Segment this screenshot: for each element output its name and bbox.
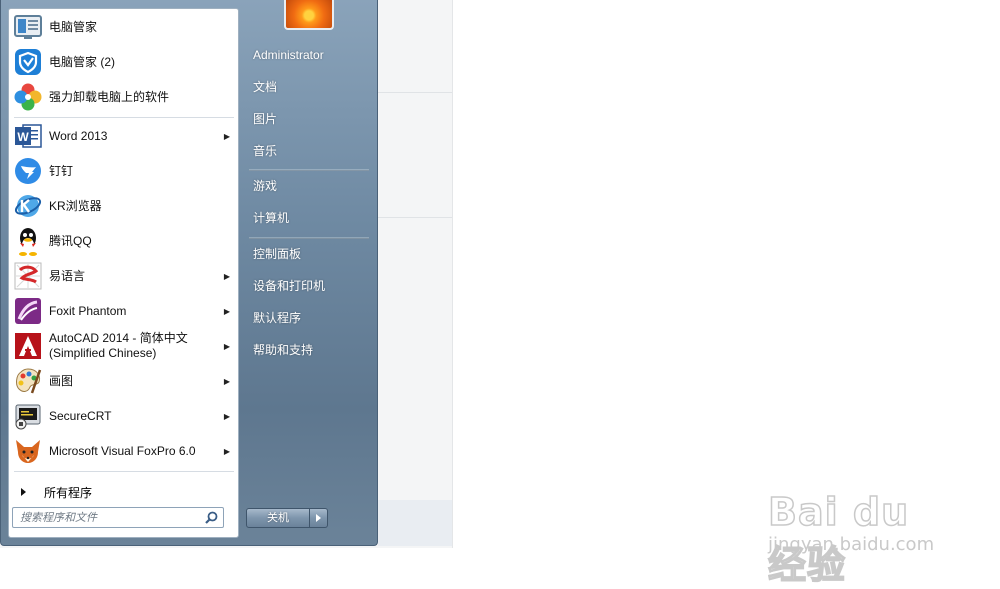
kr-browser-icon [13,191,43,221]
program-label: 电脑管家 (2) [49,54,116,69]
shutdown-button[interactable]: 关机 [246,508,310,528]
bg-divider [378,217,452,218]
link-control-panel[interactable]: 控制面板 [253,244,301,264]
all-programs-button[interactable]: 所有程序 [12,481,236,503]
program-label: 画图 [49,373,74,388]
paint-palette-icon [13,366,43,396]
foxpro-icon [13,436,43,466]
submenu-arrow-icon[interactable]: ▶ [222,412,232,421]
program-label: 易语言 [49,268,86,283]
user-picture[interactable] [284,0,334,30]
baidu-watermark: Bai du 经验 jingyan.baidu.com [767,474,958,588]
link-default-programs[interactable]: 默认程序 [253,308,301,328]
arrow-right-icon [316,514,321,522]
triangle-right-icon [21,488,26,496]
shutdown-options-button[interactable] [310,508,328,528]
program-item-pc-manager[interactable]: 电脑管家 [12,10,236,44]
foxit-icon [13,296,43,326]
program-item-qq[interactable]: 腾讯QQ [12,224,236,258]
submenu-arrow-icon[interactable]: ▶ [222,342,232,351]
program-label: 腾讯QQ [49,233,92,248]
program-label: Word 2013 [49,128,108,143]
program-item-eyuyan[interactable]: 易语言 ▶ [12,259,236,293]
program-label: 电脑管家 [49,19,98,34]
program-item-securecrt[interactable]: SecureCRT ▶ [12,399,236,433]
right-separator [249,237,369,239]
program-label: 强力卸载电脑上的软件 [49,89,170,104]
program-item-uninstaller[interactable]: 强力卸载电脑上的软件 [12,80,236,114]
link-pictures[interactable]: 图片 [253,109,277,129]
program-label: KR浏览器 [49,198,102,213]
program-label: Microsoft Visual FoxPro 6.0 [49,443,196,458]
program-item-dingtalk[interactable]: 钉钉 [12,154,236,188]
link-games[interactable]: 游戏 [253,176,277,196]
tencent-shield-icon [13,47,43,77]
link-documents[interactable]: 文档 [253,77,277,97]
programs-pane: 电脑管家 电脑管家 (2) 强力卸载电脑上的软件 W Word 2013 ▶ 钉… [8,8,239,538]
eyuyan-icon [13,261,43,291]
word-icon: W [13,121,43,151]
all-programs-label: 所有程序 [44,485,93,500]
watermark-url: jingyan.baidu.com [768,534,935,555]
program-item-autocad[interactable]: AutoCAD 2014 - 简体中文 (Simplified Chinese)… [12,329,236,363]
submenu-arrow-icon[interactable]: ▶ [222,377,232,386]
submenu-arrow-icon[interactable]: ▶ [222,307,232,316]
link-computer[interactable]: 计算机 [253,208,289,228]
right-separator [249,169,369,171]
svg-text:W: W [17,130,29,144]
link-help-support[interactable]: 帮助和支持 [253,340,313,360]
program-label: AutoCAD 2014 - 简体中文 (Simplified Chinese) [49,331,188,360]
program-item-word[interactable]: W Word 2013 ▶ [12,119,236,153]
bg-taskbar-area [378,500,452,546]
search-icon[interactable] [202,509,220,527]
program-item-paint[interactable]: 画图 ▶ [12,364,236,398]
submenu-arrow-icon[interactable]: ▶ [222,272,232,281]
link-music[interactable]: 音乐 [253,141,277,161]
program-label: SecureCRT [49,408,112,423]
autocad-icon [13,331,43,361]
start-menu: 电脑管家 电脑管家 (2) 强力卸载电脑上的软件 W Word 2013 ▶ 钉… [0,0,378,546]
bg-divider [378,92,452,93]
submenu-arrow-icon[interactable]: ▶ [222,132,232,141]
program-item-foxpro[interactable]: Microsoft Visual FoxPro 6.0 ▶ [12,434,236,468]
all-programs-separator [14,471,234,472]
program-item-pc-manager-2[interactable]: 电脑管家 (2) [12,45,236,79]
program-label: Foxit Phantom [49,303,127,318]
search-input[interactable] [13,510,202,525]
pc-manager-icon [13,12,43,42]
uninstall-flower-icon [13,82,43,112]
program-item-foxit[interactable]: Foxit Phantom ▶ [12,294,236,328]
program-item-kr-browser[interactable]: KR浏览器 [12,189,236,223]
dingtalk-icon [13,156,43,186]
shutdown-group: 关机 [246,508,328,528]
link-devices-printers[interactable]: 设备和打印机 [253,276,325,296]
submenu-arrow-icon[interactable]: ▶ [222,447,232,456]
search-box[interactable] [12,507,224,528]
qq-penguin-icon [13,226,43,256]
program-label: 钉钉 [49,163,74,178]
link-administrator[interactable]: Administrator [253,45,324,65]
pinned-separator [14,117,234,118]
securecrt-icon [13,401,43,431]
